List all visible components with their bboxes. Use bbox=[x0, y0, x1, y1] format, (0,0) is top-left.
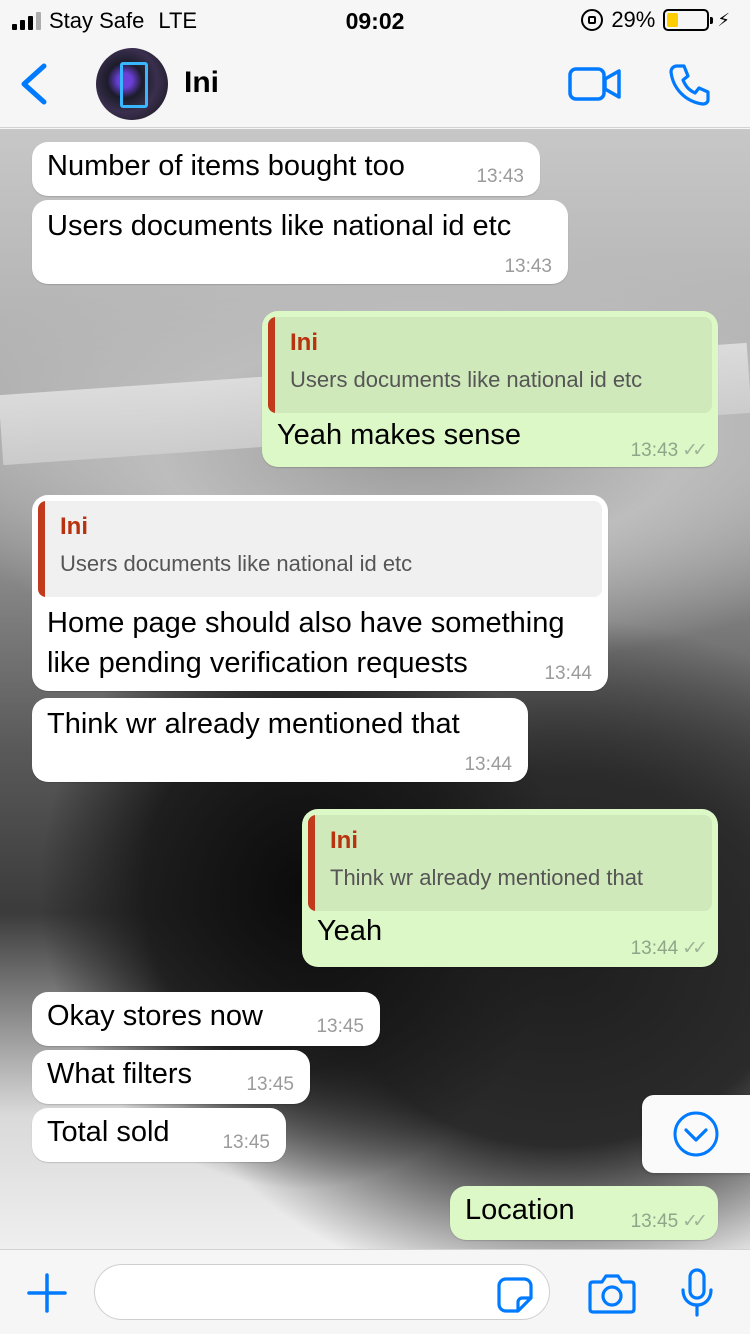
attach-button[interactable] bbox=[26, 1272, 68, 1314]
message-text: Yeah bbox=[317, 915, 383, 947]
message-text: Number of items bought too bbox=[47, 150, 405, 182]
message-time: 13:44 bbox=[630, 938, 679, 959]
status-bar: Stay Safe LTE 09:02 29% ⚡ bbox=[0, 0, 750, 40]
quote-bar bbox=[268, 317, 275, 413]
orientation-lock-icon bbox=[581, 9, 604, 31]
message-time: 13:43 bbox=[630, 440, 679, 461]
microphone-button[interactable] bbox=[680, 1268, 714, 1318]
message-time: 13:45 bbox=[316, 1016, 364, 1037]
video-camera-icon bbox=[568, 67, 621, 101]
quote-text: Users documents like national id etc bbox=[290, 367, 643, 392]
input-bar bbox=[0, 1249, 750, 1334]
incoming-message[interactable]: Users documents like national id etc 13:… bbox=[32, 200, 568, 284]
message-time: 13:45 bbox=[222, 1132, 270, 1153]
avatar[interactable] bbox=[96, 48, 168, 120]
quote-bar bbox=[38, 501, 45, 597]
camera-icon bbox=[588, 1274, 636, 1314]
message-text: Total sold bbox=[47, 1116, 170, 1148]
battery-percent: 29% bbox=[611, 7, 656, 32]
contact-name[interactable]: Ini bbox=[184, 66, 219, 100]
outgoing-message[interactable]: Ini Think wr already mentioned that Yeah… bbox=[302, 809, 718, 967]
incoming-message[interactable]: What filters 13:45 bbox=[32, 1050, 310, 1104]
microphone-icon bbox=[681, 1268, 713, 1317]
incoming-message[interactable]: Think wr already mentioned that 13:44 bbox=[32, 698, 528, 782]
read-receipt-icon: ✓✓ bbox=[682, 440, 708, 461]
quote-author: Ini bbox=[330, 827, 358, 854]
chat-area[interactable]: Number of items bought too 13:43 Users d… bbox=[0, 129, 750, 1249]
incoming-message[interactable]: Ini Users documents like national id etc… bbox=[32, 495, 608, 691]
chevron-down-circle-icon bbox=[673, 1111, 719, 1157]
status-right: 29% ⚡ bbox=[581, 7, 730, 33]
chevron-left-icon bbox=[21, 63, 47, 105]
camera-button[interactable] bbox=[588, 1272, 636, 1314]
quoted-message[interactable]: Ini Think wr already mentioned that bbox=[308, 815, 712, 911]
quote-author: Ini bbox=[290, 329, 318, 356]
sticker-button[interactable] bbox=[496, 1276, 534, 1314]
outgoing-message[interactable]: Ini Users documents like national id etc… bbox=[262, 311, 718, 467]
message-time: 13:43 bbox=[476, 166, 524, 187]
message-text-line: Home page should also have something bbox=[47, 607, 565, 639]
message-text: What filters bbox=[47, 1058, 193, 1090]
quoted-message[interactable]: Ini Users documents like national id etc bbox=[38, 501, 602, 597]
message-time-row: 13:45 ✓✓ bbox=[630, 1210, 708, 1233]
incoming-message[interactable]: Number of items bought too 13:43 bbox=[32, 142, 540, 196]
message-time: 13:44 bbox=[544, 663, 592, 684]
read-receipt-icon: ✓✓ bbox=[682, 938, 708, 959]
quoted-message[interactable]: Ini Users documents like national id etc bbox=[268, 317, 712, 413]
charging-icon: ⚡ bbox=[717, 9, 730, 30]
outgoing-message[interactable]: Location 13:45 ✓✓ bbox=[450, 1186, 718, 1240]
message-time: 13:44 bbox=[464, 754, 512, 775]
message-time: 13:45 bbox=[630, 1211, 679, 1232]
scroll-to-bottom-button[interactable] bbox=[642, 1095, 750, 1173]
message-input[interactable] bbox=[94, 1264, 550, 1320]
message-text: Yeah makes sense bbox=[277, 419, 521, 451]
incoming-message[interactable]: Okay stores now 13:45 bbox=[32, 992, 380, 1046]
message-text: Think wr already mentioned that bbox=[47, 708, 460, 740]
message-text-line: like pending verification requests bbox=[47, 647, 468, 679]
incoming-message[interactable]: Total sold 13:45 bbox=[32, 1108, 286, 1162]
quote-text: Users documents like national id etc bbox=[60, 551, 413, 576]
phone-icon bbox=[669, 64, 710, 106]
battery-icon bbox=[663, 9, 714, 31]
message-time-row: 13:44 ✓✓ bbox=[630, 937, 708, 960]
message-text: Okay stores now bbox=[47, 1000, 263, 1032]
quote-author: Ini bbox=[60, 513, 88, 540]
quote-text: Think wr already mentioned that bbox=[330, 865, 644, 890]
message-time: 13:45 bbox=[246, 1074, 294, 1095]
back-button[interactable] bbox=[16, 60, 56, 108]
read-receipt-icon: ✓✓ bbox=[682, 1211, 708, 1232]
video-call-button[interactable] bbox=[568, 64, 622, 104]
quote-bar bbox=[308, 815, 315, 911]
plus-icon bbox=[27, 1273, 67, 1313]
message-time-row: 13:43 ✓✓ bbox=[630, 439, 708, 462]
message-time: 13:43 bbox=[504, 256, 552, 277]
chat-header: Ini bbox=[0, 40, 750, 128]
voice-call-button[interactable] bbox=[668, 62, 712, 106]
message-text: Location bbox=[465, 1194, 575, 1226]
message-text: Users documents like national id etc bbox=[47, 210, 512, 242]
sticker-icon bbox=[497, 1277, 533, 1313]
